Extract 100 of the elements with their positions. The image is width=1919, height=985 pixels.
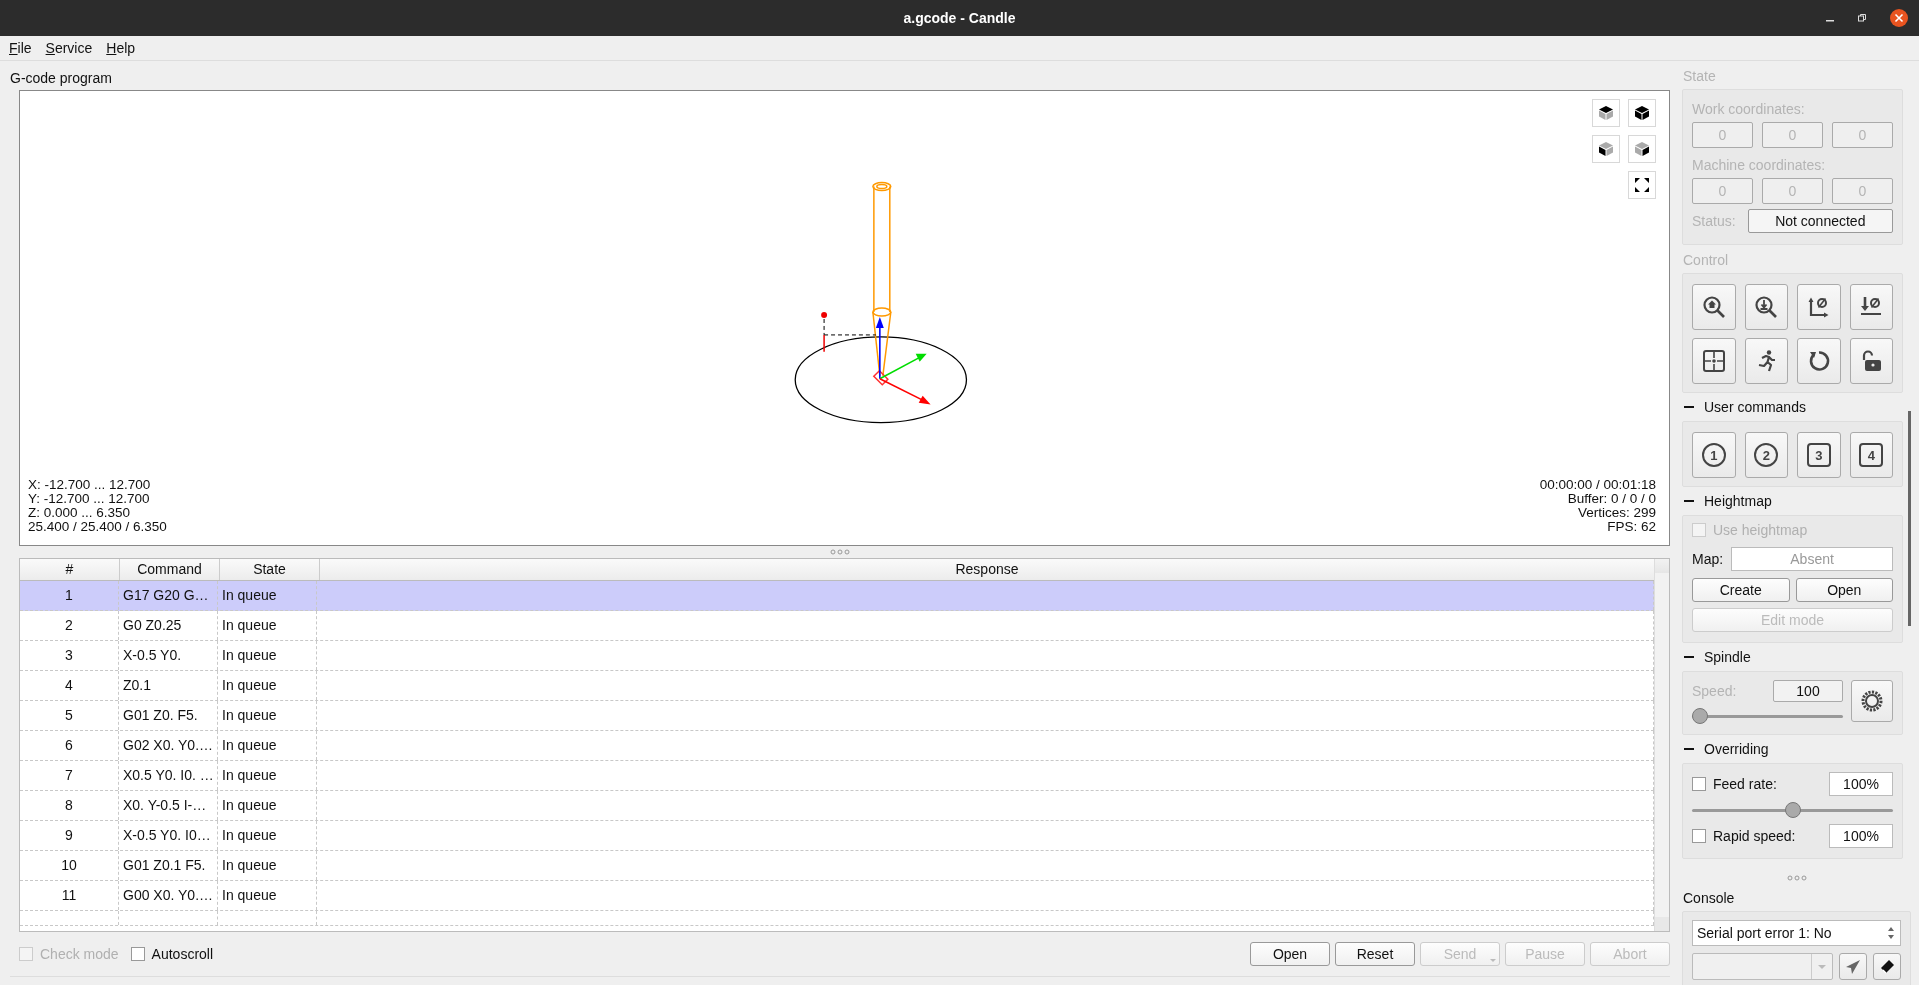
table-row[interactable]: 5 G01 Z0. F5. In queue bbox=[20, 701, 1654, 731]
slider-track[interactable] bbox=[1692, 708, 1843, 724]
speed-field[interactable]: 100 bbox=[1773, 680, 1843, 702]
console-log[interactable]: Serial port error 1: No bbox=[1692, 920, 1901, 946]
line-number-cell: 2 bbox=[20, 611, 119, 640]
group-title[interactable]: Spindle bbox=[1682, 643, 1903, 671]
send-button[interactable] bbox=[1839, 953, 1867, 980]
spindle-button[interactable] bbox=[1851, 680, 1893, 722]
stats-readout: Vertices: 299 bbox=[1576, 506, 1656, 520]
checkbox[interactable]: Feed rate: bbox=[1692, 776, 1777, 792]
table-row[interactable]: 3 X-0.5 Y0. In queue bbox=[20, 641, 1654, 671]
reset-button[interactable] bbox=[1797, 338, 1841, 384]
table-row[interactable]: 4 Z0.1 In queue bbox=[20, 671, 1654, 701]
slider-track[interactable] bbox=[1692, 802, 1893, 818]
heightmap-button[interactable]: Open bbox=[1795, 578, 1893, 602]
fit-view-button[interactable] bbox=[1628, 171, 1656, 199]
checkbox[interactable]: Autoscroll bbox=[130, 946, 214, 962]
user-command-button[interactable]: 1 bbox=[1692, 432, 1736, 478]
table-row[interactable]: 6 G02 X0. Y0.… In queue bbox=[20, 731, 1654, 761]
group-title[interactable]: User commands bbox=[1682, 393, 1903, 421]
menu-item[interactable]: Help bbox=[106, 40, 136, 56]
splitter-handle-icon[interactable] bbox=[830, 549, 850, 555]
group-title[interactable]: Overriding bbox=[1682, 735, 1903, 763]
state-cell: In queue bbox=[218, 881, 317, 910]
line-number-cell: 7 bbox=[20, 761, 119, 790]
group-title: Console bbox=[1682, 889, 1736, 908]
bounds-readout: Z: 0.000 ... 6.350 bbox=[28, 506, 132, 520]
iso-view-button[interactable] bbox=[1628, 99, 1656, 127]
coordinate-field: 0 bbox=[1832, 122, 1893, 148]
frame-button[interactable] bbox=[1692, 338, 1736, 384]
stats-readout: FPS: 62 bbox=[1606, 520, 1656, 534]
restore-icon[interactable] bbox=[1857, 13, 1867, 23]
state-cell: In queue bbox=[218, 851, 317, 880]
run-button[interactable] bbox=[1744, 338, 1788, 384]
command-cell: G0 Z0.25 bbox=[119, 611, 218, 640]
line-number-cell: 4 bbox=[20, 671, 119, 700]
heightmap-button[interactable]: Create bbox=[1692, 578, 1790, 602]
user-command-button[interactable]: 3 bbox=[1797, 432, 1841, 478]
table-row[interactable]: 11 G00 X0. Y0.… In queue bbox=[20, 881, 1654, 911]
cube-icon bbox=[1598, 105, 1614, 121]
line-number-cell: 5 bbox=[20, 701, 119, 730]
coordinate-field: 0 bbox=[1692, 122, 1753, 148]
window-title: a.gcode - Candle bbox=[903, 10, 1016, 26]
table-row[interactable]: 1 G17 G20 G… In queue bbox=[20, 581, 1654, 611]
command-cell: G01 Z0. F5. bbox=[119, 701, 218, 730]
line-number-cell: 1 bbox=[20, 581, 119, 610]
down-magnifier-icon bbox=[1754, 295, 1779, 319]
checkbox[interactable]: Rapid speed: bbox=[1692, 828, 1796, 844]
column-header[interactable]: # bbox=[20, 559, 120, 580]
paper-plane-icon bbox=[1845, 958, 1861, 975]
left-view-button[interactable] bbox=[1592, 135, 1620, 163]
cube-icon bbox=[1634, 105, 1650, 121]
group-title[interactable]: Heightmap bbox=[1682, 487, 1903, 515]
zero-xy-button[interactable] bbox=[1797, 284, 1841, 330]
column-header[interactable]: Response bbox=[320, 559, 1654, 580]
action-button[interactable]: Reset bbox=[1335, 942, 1415, 966]
zero-z-button[interactable] bbox=[1849, 284, 1893, 330]
close-icon[interactable] bbox=[1889, 8, 1909, 28]
user-command-button[interactable]: 2 bbox=[1744, 432, 1788, 478]
menu-item[interactable]: File bbox=[9, 40, 32, 56]
slider-thumb[interactable] bbox=[1784, 802, 1801, 818]
coordinate-field: 0 bbox=[1762, 178, 1823, 204]
table-row[interactable]: 10 G01 Z0.1 F5. In queue bbox=[20, 851, 1654, 881]
state-cell: In queue bbox=[218, 611, 317, 640]
unlock-button[interactable] bbox=[1849, 338, 1893, 384]
dropdown-arrow-icon bbox=[1818, 963, 1826, 970]
coordinate-field: 0 bbox=[1762, 122, 1823, 148]
clear-button[interactable] bbox=[1873, 953, 1901, 980]
action-button[interactable]: Open bbox=[1250, 942, 1330, 966]
column-header[interactable]: State bbox=[220, 559, 320, 580]
line-number-cell: 8 bbox=[20, 791, 119, 820]
3d-viewport[interactable]: X: -12.700 ... 12.700 Y: -12.700 ... 12.700 Z: 0.000 ... 6.350 25.400 / 25.400 / 6.350 00:00:00 / 00:01:18 Buffer: 0 / 0 / 0 Vertices: 299 FPS: 62 bbox=[19, 90, 1670, 546]
command-cell: X0. Y-0.5 I-… bbox=[119, 791, 218, 820]
home-button[interactable] bbox=[1692, 284, 1736, 330]
top-view-button[interactable] bbox=[1592, 99, 1620, 127]
stats-readout: 00:00:00 / 00:01:18 bbox=[1539, 478, 1656, 492]
group-title: State bbox=[1682, 67, 1717, 86]
table-row[interactable]: 2 G0 Z0.25 In queue bbox=[20, 611, 1654, 641]
bounds-readout: X: -12.700 ... 12.700 bbox=[28, 478, 152, 492]
probe-button[interactable] bbox=[1744, 284, 1788, 330]
scrollbar[interactable] bbox=[1908, 411, 1911, 626]
home-magnifier-icon bbox=[1701, 295, 1726, 319]
cube-icon bbox=[1598, 141, 1614, 157]
state-cell: In queue bbox=[218, 641, 317, 670]
command-cell: X-0.5 Y0. bbox=[119, 641, 218, 670]
column-header[interactable]: Command bbox=[120, 559, 220, 580]
scrollbar[interactable] bbox=[1654, 559, 1669, 931]
splitter-handle-icon[interactable] bbox=[1786, 875, 1807, 881]
table-row[interactable]: 8 X0. Y-0.5 I-… In queue bbox=[20, 791, 1654, 821]
user-command-button[interactable]: 4 bbox=[1849, 432, 1893, 478]
table-row[interactable]: 7 X0.5 Y0. I0. … In queue bbox=[20, 761, 1654, 791]
slider-thumb[interactable] bbox=[1692, 708, 1708, 724]
command-cell: G02 X0. Y0.… bbox=[119, 731, 218, 760]
percent-field[interactable]: 100% bbox=[1829, 824, 1893, 848]
state-cell: In queue bbox=[218, 791, 317, 820]
menu-item[interactable]: Service bbox=[45, 40, 93, 56]
front-view-button[interactable] bbox=[1628, 135, 1656, 163]
command-cell: G17 G20 G… bbox=[119, 581, 218, 610]
percent-field[interactable]: 100% bbox=[1829, 772, 1893, 796]
table-row[interactable]: 9 X-0.5 Y0. I0… In queue bbox=[20, 821, 1654, 851]
